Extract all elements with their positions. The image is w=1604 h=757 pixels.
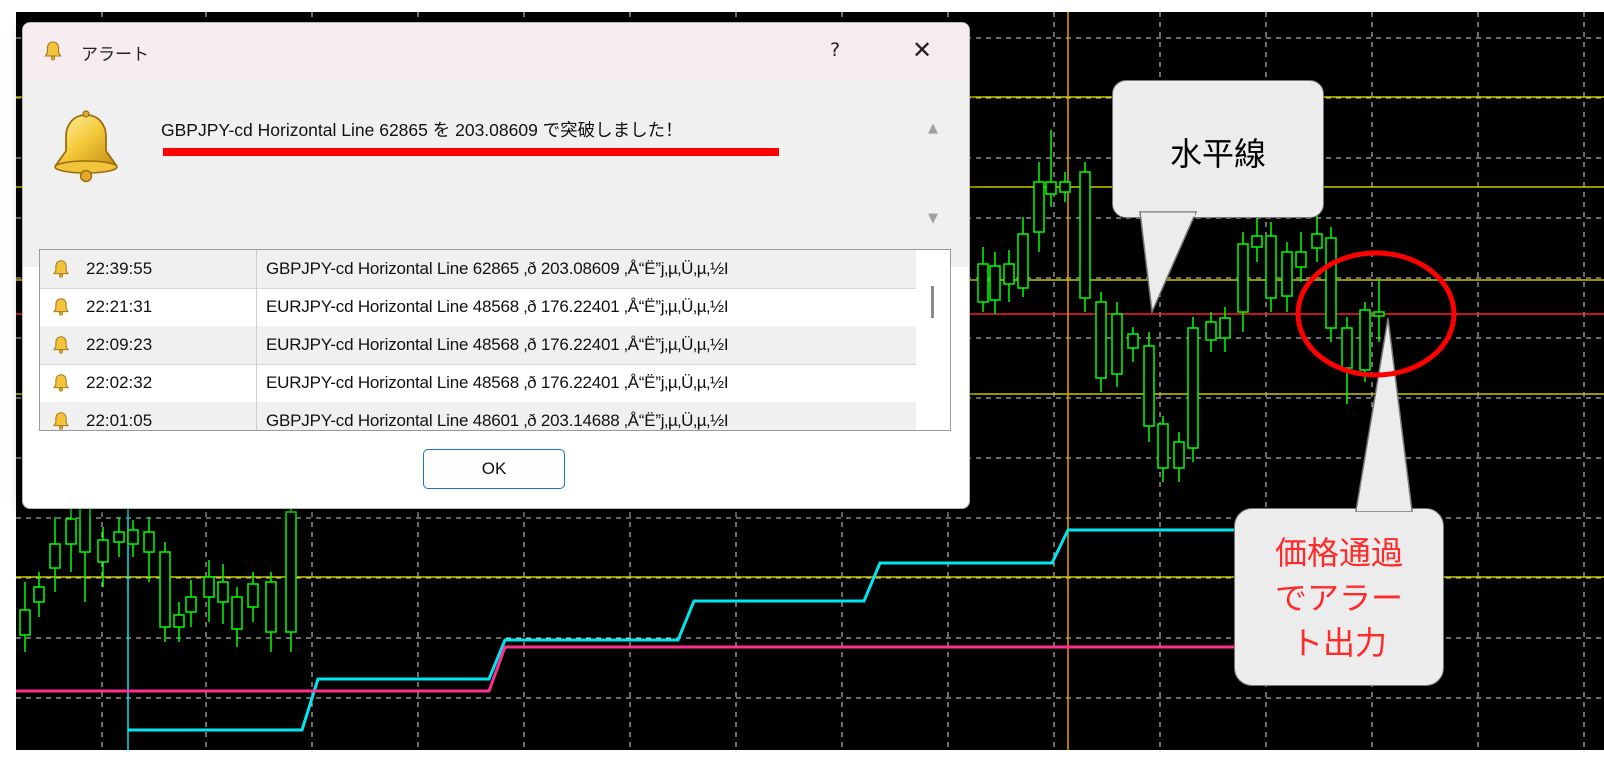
annotation-overlay <box>1139 211 1457 512</box>
annotation-circle <box>1295 250 1457 378</box>
callout-alert-output-tail <box>1355 317 1413 512</box>
callout-horizontal-line-tail <box>1139 211 1198 315</box>
